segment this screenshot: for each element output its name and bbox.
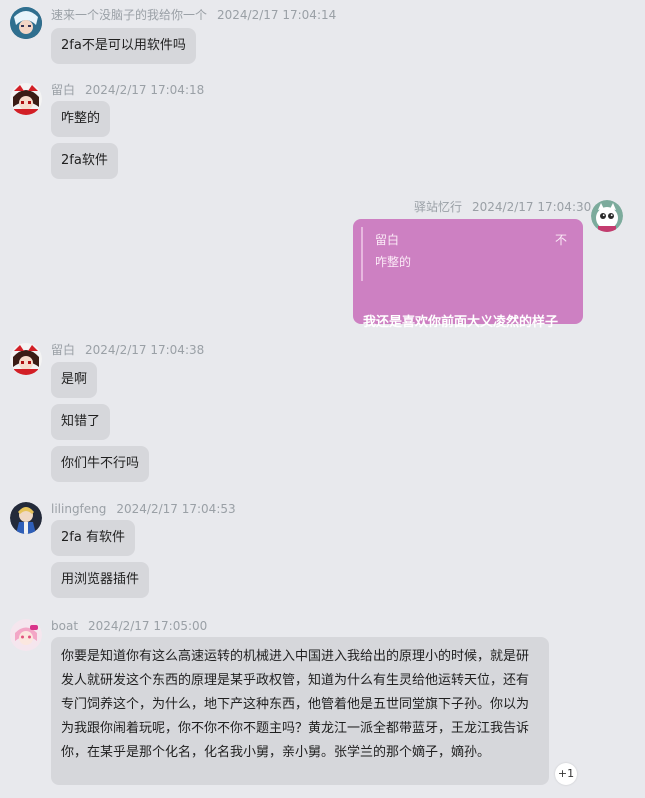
- self-message-text: 我还是喜欢你前面大义凌然的样子: [363, 315, 559, 330]
- anime-character-avatar-icon[interactable]: [10, 7, 42, 39]
- quoted-text: 咋整的: [375, 255, 412, 269]
- quoted-message[interactable]: 留白 不 咋整的: [361, 227, 575, 281]
- message-bubble[interactable]: 你们牛不行吗: [51, 446, 150, 482]
- message-timestamp: 2024/2/17 17:05:00: [88, 619, 208, 633]
- message-timestamp: 2024/2/17 17:04:18: [85, 83, 205, 97]
- message-bubble[interactable]: 是啊: [51, 362, 98, 398]
- message-timestamp: 2024/2/17 17:04:53: [116, 502, 236, 516]
- message-meta: 留白 2024/2/17 17:04:38: [51, 342, 204, 358]
- sender-nickname[interactable]: 驿站忆行: [414, 200, 462, 214]
- quoted-sender: 留白: [375, 233, 400, 247]
- shrine-maiden-avatar-icon[interactable]: [10, 83, 42, 115]
- chat-history: 速来一个没脑子的我给你一个 2024/2/17 17:04:14 2fa不是可以用…: [0, 0, 645, 798]
- sender-nickname[interactable]: 留白: [51, 83, 75, 97]
- sender-nickname[interactable]: lilingfeng: [51, 502, 106, 516]
- message-bubble[interactable]: 2fa不是可以用软件吗: [51, 28, 196, 64]
- sender-nickname[interactable]: boat: [51, 619, 78, 633]
- reaction-plus-one-button[interactable]: +1: [555, 763, 577, 785]
- message-bubble[interactable]: 咋整的: [51, 101, 111, 137]
- message-meta: boat 2024/2/17 17:05:00: [51, 618, 207, 634]
- message-bubble[interactable]: 2fa 有软件: [51, 520, 135, 556]
- shrine-maiden-avatar-icon[interactable]: [10, 343, 42, 375]
- message-timestamp: 2024/2/17 17:04:30: [472, 200, 592, 214]
- message-meta: 留白 2024/2/17 17:04:18: [51, 82, 204, 98]
- message-bubble[interactable]: 知错了: [51, 404, 111, 440]
- sender-nickname[interactable]: 速来一个没脑子的我给你一个: [51, 8, 207, 22]
- message-bubble[interactable]: 2fa软件: [51, 143, 118, 179]
- sender-nickname[interactable]: 留白: [51, 343, 75, 357]
- message-meta: 驿站忆行 2024/2/17 17:04:30: [414, 199, 591, 215]
- quote-close-glyph: 不: [554, 233, 567, 247]
- message-meta: 速来一个没脑子的我给你一个 2024/2/17 17:04:14: [51, 7, 336, 23]
- blue-knight-avatar-icon[interactable]: [10, 502, 42, 534]
- self-message-bubble[interactable]: 留白 不 咋整的 我还是喜欢你前面大义凌然的样子: [353, 219, 583, 330]
- message-meta: lilingfeng 2024/2/17 17:04:53: [51, 501, 236, 517]
- pink-character-avatar-icon[interactable]: [10, 619, 42, 651]
- message-bubble[interactable]: 你要是知道你有这么高速运转的机械进入中国进入我给出的原理小的时候，就是研发人就研…: [51, 637, 549, 785]
- message-timestamp: 2024/2/17 17:04:14: [217, 8, 337, 22]
- message-bubble[interactable]: 用浏览器插件: [51, 562, 150, 598]
- message-timestamp: 2024/2/17 17:04:38: [85, 343, 205, 357]
- white-cat-avatar-icon[interactable]: [591, 200, 623, 232]
